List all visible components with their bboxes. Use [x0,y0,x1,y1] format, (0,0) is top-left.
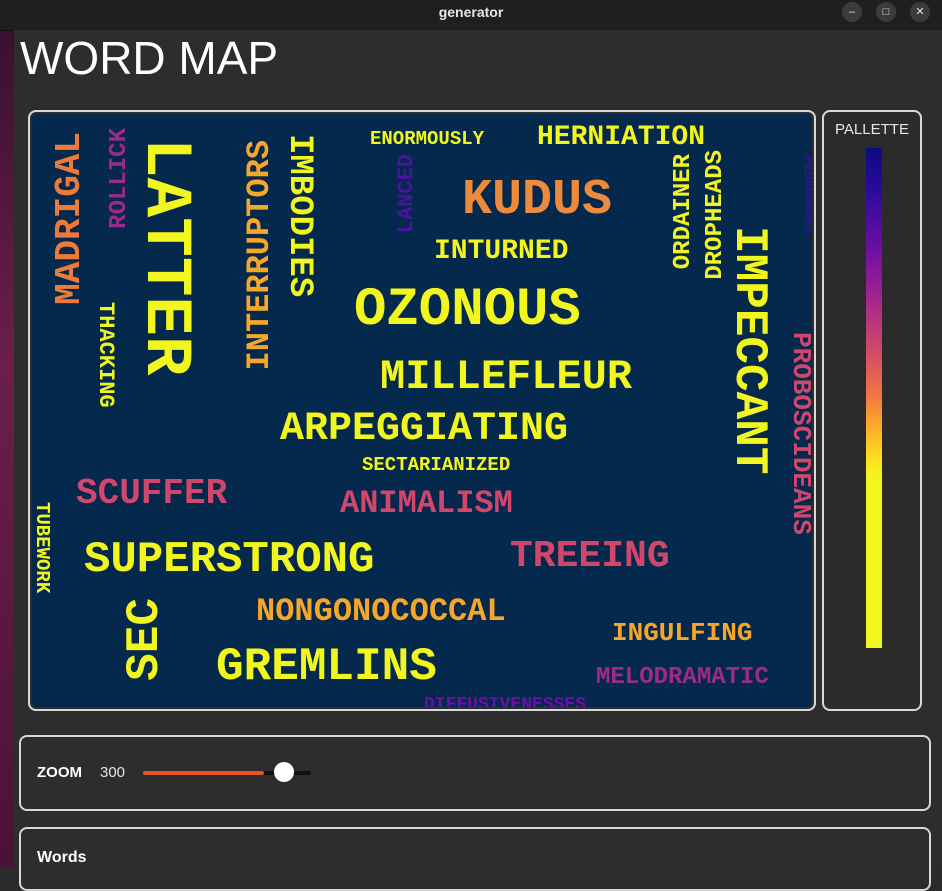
word-enormously: ENORMOUSLY [370,128,485,150]
word-arpeggiating: ARPEGGIATING [280,407,569,452]
zoom-slider-fill [143,771,264,775]
word-treeing: TREEING [510,535,670,578]
word-imbodies: IMBODIES [280,134,318,298]
word-herniation: HERNIATION [537,122,706,153]
word-nongonococcal: NONGONOCOCCAL [256,593,506,630]
word-ozonous: OZONOUS [354,280,581,341]
word-latter: LATTER [128,138,203,376]
zoom-panel: ZOOM 300 [19,735,931,811]
word-impeccant: IMPECCANT [723,226,775,475]
word-diffusivenesses: DIFFUSIVENESSES [424,695,587,707]
palette-gradient-bar [866,148,882,648]
app-window: WORD MAP MADRIGAL ROLLICK THACKING LATTER IN… [14,30,942,891]
zoom-slider-thumb[interactable] [273,762,294,782]
word-map-panel: MADRIGAL ROLLICK THACKING LATTER INTERRUPTOR… [28,110,816,711]
word-thacking: THACKING [93,302,118,408]
window-title: generator [438,4,504,20]
word-millefleur: MILLEFLEUR [380,353,633,401]
page-title: WORD MAP [20,32,279,84]
word-scuffer: SCUFFER [76,473,228,514]
words-section-label: Words [37,849,87,866]
word-sec: SEC [119,598,171,681]
word-interruptors: INTERRUPTORS [241,140,278,371]
title-bar[interactable]: generator – □ ✕ [0,0,942,31]
word-lanced: LANCED [394,154,419,234]
palette-panel: PALLETTE [822,110,922,711]
maximize-button[interactable]: □ [876,2,896,22]
word-ordainer: ORDAINER [670,154,697,270]
word-pedagogues: PEDAGOGUES [801,156,812,235]
word-melodramatic: MELODRAMATIC [596,664,769,691]
word-superstrong: SUPERSTRONG [84,535,375,585]
minimize-button[interactable]: – [842,2,862,22]
word-sectarianized: SECTARIANIZED [362,454,511,476]
word-ingulfing: INGULFING [612,618,753,648]
word-proboscideans: PROBOSCIDEANS [786,332,812,535]
word-madrigal: MADRIGAL [49,132,90,305]
zoom-label: ZOOM [37,764,82,781]
word-gremlins: GREMLINS [216,641,437,693]
word-animalism: ANIMALISM [340,485,513,522]
palette-title: PALLETTE [835,121,909,138]
words-panel: Words [19,827,931,891]
zoom-value: 300 [100,764,126,781]
zoom-slider[interactable] [143,762,311,782]
word-kudus: KUDUS [462,172,613,229]
close-button[interactable]: ✕ [910,2,930,22]
word-inturned: INTURNED [434,236,569,267]
word-tubework: TUBEWORK [32,502,53,594]
word-map-canvas: MADRIGAL ROLLICK THACKING LATTER INTERRUPTOR… [32,114,812,707]
desktop-background [0,30,14,867]
